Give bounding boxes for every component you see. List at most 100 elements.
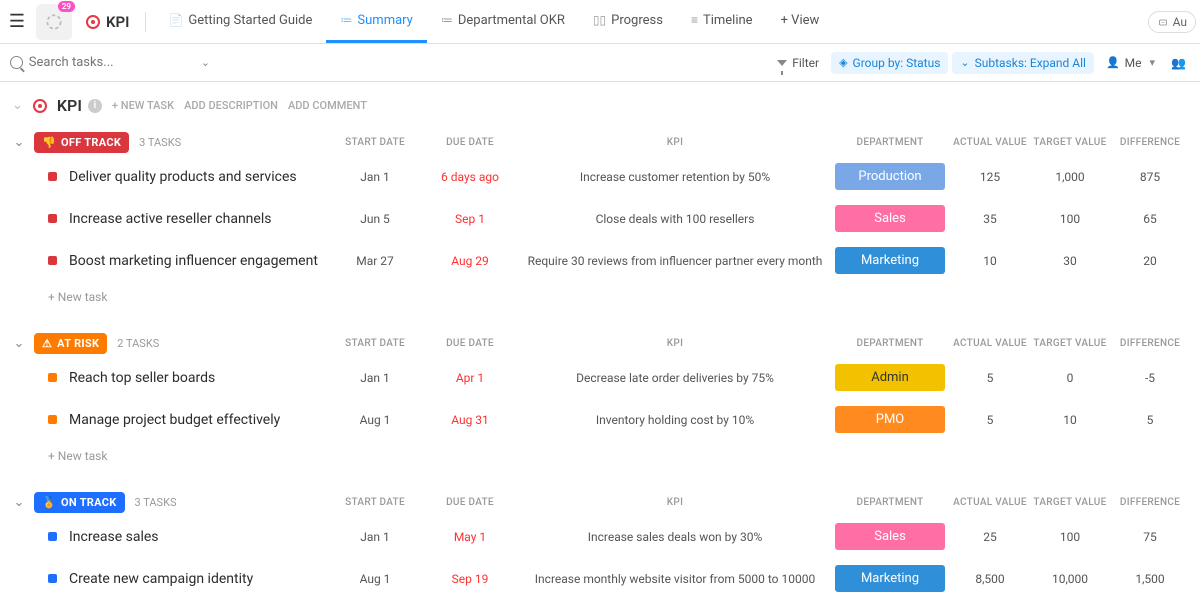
status-square[interactable]: [48, 172, 57, 181]
due-date[interactable]: Apr 1: [420, 371, 520, 385]
start-date[interactable]: Jan 1: [330, 170, 420, 184]
task-row[interactable]: Manage project budget effectively Aug 1 …: [10, 399, 1190, 441]
collapse-icon[interactable]: ⌄: [10, 135, 28, 150]
status-badge[interactable]: 🏅ON TRACK: [34, 492, 125, 513]
toolbar: ⌄ Filter ◈Group by: Status ⌄Subtasks: Ex…: [0, 44, 1200, 82]
task-name: Create new campaign identity: [69, 571, 253, 587]
status-square[interactable]: [48, 373, 57, 382]
difference-value[interactable]: 75: [1110, 530, 1190, 544]
difference-value[interactable]: -5: [1110, 371, 1190, 385]
target-value[interactable]: 100: [1030, 212, 1110, 226]
difference-value[interactable]: 20: [1110, 254, 1190, 268]
target-value[interactable]: 1,000: [1030, 170, 1110, 184]
task-row[interactable]: Increase active reseller channels Jun 5 …: [10, 198, 1190, 240]
search-input[interactable]: [29, 55, 195, 70]
task-row[interactable]: Boost marketing influencer engagement Ma…: [10, 240, 1190, 282]
start-date[interactable]: Aug 1: [330, 413, 420, 427]
task-row[interactable]: Increase sales Jan 1 May 1 Increase sale…: [10, 516, 1190, 558]
automation-button[interactable]: Au: [1148, 11, 1196, 33]
start-date[interactable]: Mar 27: [330, 254, 420, 268]
actual-value[interactable]: 10: [950, 254, 1030, 268]
group-by-button[interactable]: ◈Group by: Status: [831, 52, 948, 74]
actual-value[interactable]: 5: [950, 371, 1030, 385]
difference-value[interactable]: 5: [1110, 413, 1190, 427]
start-date[interactable]: Jan 1: [330, 371, 420, 385]
status-square[interactable]: [48, 532, 57, 541]
actual-value[interactable]: 125: [950, 170, 1030, 184]
department-cell[interactable]: Admin: [830, 364, 950, 391]
tab-getting-started[interactable]: 📄Getting Started Guide: [154, 0, 326, 43]
assignees-button[interactable]: 👥: [1167, 52, 1190, 74]
task-count: 3 TASKS: [135, 496, 177, 509]
tab-progress[interactable]: ▯▯Progress: [579, 0, 677, 43]
app-badge[interactable]: 29: [36, 4, 72, 40]
new-task-inline[interactable]: + New task: [10, 441, 1190, 463]
menu-icon[interactable]: ☰: [4, 9, 30, 35]
subtask-icon: ⌄: [960, 56, 969, 69]
task-count: 2 TASKS: [117, 337, 159, 350]
filter-button[interactable]: Filter: [769, 52, 827, 74]
task-row[interactable]: Deliver quality products and services Ja…: [10, 156, 1190, 198]
actual-value[interactable]: 25: [950, 530, 1030, 544]
target-value[interactable]: 30: [1030, 254, 1110, 268]
target-value[interactable]: 10: [1030, 413, 1110, 427]
collapse-all-icon[interactable]: ⌄: [12, 98, 23, 113]
subtasks-button[interactable]: ⌄Subtasks: Expand All: [952, 52, 1094, 74]
collapse-icon[interactable]: ⌄: [10, 336, 28, 351]
difference-value[interactable]: 875: [1110, 170, 1190, 184]
due-date[interactable]: May 1: [420, 530, 520, 544]
start-date[interactable]: Jan 1: [330, 530, 420, 544]
department-cell[interactable]: Sales: [830, 523, 950, 550]
actual-value[interactable]: 8,500: [950, 572, 1030, 586]
task-name: Reach top seller boards: [69, 370, 215, 386]
difference-value[interactable]: 65: [1110, 212, 1190, 226]
actual-value[interactable]: 35: [950, 212, 1030, 226]
status-square[interactable]: [48, 415, 57, 424]
target-value[interactable]: 100: [1030, 530, 1110, 544]
difference-value[interactable]: 1,500: [1110, 572, 1190, 586]
filter-icon: [777, 60, 787, 66]
robot-icon: [1157, 16, 1169, 28]
status-badge[interactable]: 👎OFF TRACK: [34, 132, 129, 153]
department-cell[interactable]: Production: [830, 163, 950, 190]
task-row[interactable]: Reach top seller boards Jan 1 Apr 1 Decr…: [10, 357, 1190, 399]
start-date[interactable]: Aug 1: [330, 572, 420, 586]
new-task-inline[interactable]: + New task: [10, 282, 1190, 304]
department-cell[interactable]: Marketing: [830, 565, 950, 592]
department-cell[interactable]: PMO: [830, 406, 950, 433]
collapse-icon[interactable]: ⌄: [10, 495, 28, 510]
status-badge[interactable]: ⚠AT RISK: [34, 333, 107, 354]
target-icon: [86, 15, 100, 29]
start-date[interactable]: Jun 5: [330, 212, 420, 226]
add-description-button[interactable]: ADD DESCRIPTION: [184, 99, 278, 112]
task-row[interactable]: Create new campaign identity Aug 1 Sep 1…: [10, 558, 1190, 596]
department-cell[interactable]: Marketing: [830, 247, 950, 274]
me-button[interactable]: 👤Me▾: [1098, 52, 1163, 74]
new-task-button[interactable]: + NEW TASK: [112, 99, 174, 112]
add-view-button[interactable]: + View: [767, 0, 834, 43]
status-group: ⌄ 🏅ON TRACK 3 TASKS START DATE DUE DATE …: [10, 489, 1190, 596]
chevron-down-icon[interactable]: ⌄: [201, 56, 210, 69]
people-icon: 👥: [1171, 56, 1186, 70]
add-comment-button[interactable]: ADD COMMENT: [288, 99, 367, 112]
target-value[interactable]: 0: [1030, 371, 1110, 385]
info-icon[interactable]: i: [88, 99, 102, 113]
search-icon: [10, 56, 23, 69]
due-date[interactable]: Aug 31: [420, 413, 520, 427]
tab-timeline[interactable]: ≡Timeline: [677, 0, 767, 43]
task-name: Deliver quality products and services: [69, 169, 297, 185]
tab-summary[interactable]: ≔Summary: [326, 0, 426, 43]
actual-value[interactable]: 5: [950, 413, 1030, 427]
due-date[interactable]: 6 days ago: [420, 170, 520, 184]
status-square[interactable]: [48, 214, 57, 223]
list-icon: ≔: [340, 13, 352, 27]
due-date[interactable]: Aug 29: [420, 254, 520, 268]
due-date[interactable]: Sep 19: [420, 572, 520, 586]
department-cell[interactable]: Sales: [830, 205, 950, 232]
tab-departmental-okr[interactable]: ≔Departmental OKR: [427, 0, 579, 43]
due-date[interactable]: Sep 1: [420, 212, 520, 226]
target-value[interactable]: 10,000: [1030, 572, 1110, 586]
status-square[interactable]: [48, 256, 57, 265]
status-square[interactable]: [48, 574, 57, 583]
group-header: ⌄ 🏅ON TRACK 3 TASKS START DATE DUE DATE …: [10, 489, 1190, 516]
